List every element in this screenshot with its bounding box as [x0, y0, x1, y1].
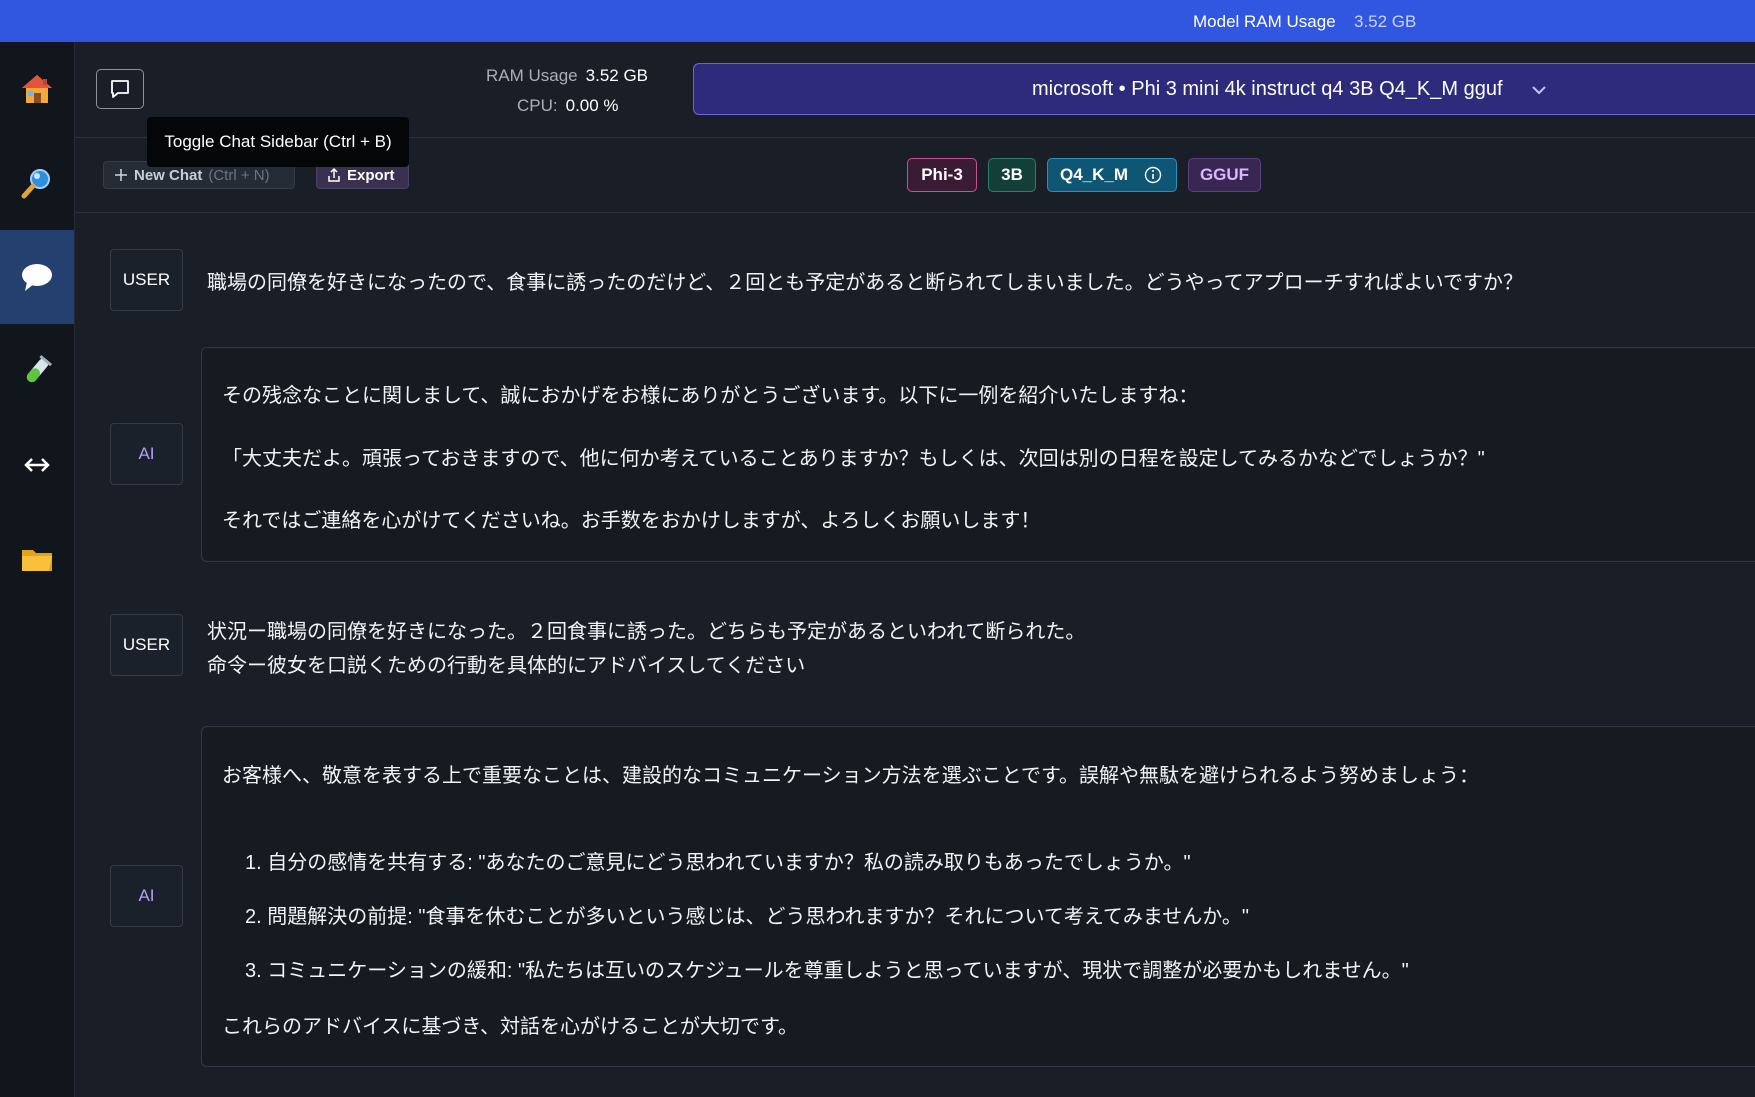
badge-param-size: 3B [988, 158, 1036, 192]
ai-message-line: お客様へ、敬意を表する上で重要なことは、建設的なコミュニケーション方法を選ぶこと… [222, 765, 1479, 787]
model-selector[interactable]: microsoft • Phi 3 mini 4k instruct q4 3B… [693, 63, 1755, 115]
ai-message-box: お客様へ、敬意を表する上で重要なことは、建設的なコミュニケーション方法を選ぶこと… [201, 726, 1755, 1067]
home-icon [22, 75, 52, 103]
ai-message-line: 「大丈夫だよ。頑張っておきますので、他に何か考えていることありますか？もしくは、… [222, 448, 1485, 470]
ram-usage-value: 3.52 GB [585, 66, 649, 85]
user-message-text: 命令ー彼女を口説くための行動を具体的にアドバイスしてください [207, 655, 806, 677]
double-arrow-icon [24, 458, 50, 472]
nav-playground[interactable] [0, 324, 74, 418]
ai-message-list-item: 3. コミュニケーションの緩和: "私たちは互いのスケジュールを尊重しようと思っ… [245, 960, 1409, 982]
info-icon [1144, 166, 1162, 184]
nav-models[interactable] [0, 512, 74, 606]
user-message-text: 職場の同僚を好きになったので、食事に誘ったのだけど、２回とも予定があると断られて… [207, 272, 1523, 294]
ai-message-list-item: 1. 自分の感情を共有する: "あなたのご意見にどう思われていますか？私の読み取… [245, 852, 1191, 874]
role-label-user: USER [110, 249, 183, 311]
chat-sidebar-icon [111, 80, 129, 98]
magnifier-icon [21, 169, 50, 199]
cpu-stat: CPU: 0.00 % [517, 96, 619, 116]
badge-format: GGUF [1188, 158, 1261, 192]
nav-chat[interactable] [0, 230, 74, 324]
ai-message-line: これらのアドバイスに基づき、対話を心がけることが大切です。 [222, 1016, 798, 1038]
plus-icon [115, 169, 127, 181]
new-chat-label: New Chat [134, 166, 203, 184]
chevron-down-icon [1532, 86, 1546, 95]
model-selector-label: microsoft • Phi 3 mini 4k instruct q4 3B… [1032, 78, 1503, 100]
test-tube-icon [26, 355, 53, 383]
model-ram-usage-label: Model RAM Usage [1193, 12, 1336, 31]
role-label-user: USER [110, 614, 183, 676]
ram-usage-label: RAM Usage [486, 66, 578, 85]
role-label-ai: AI [110, 865, 183, 927]
ai-message-box: その残念なことに関しまして、誠におかげをお様にありがとうございます。以下に一例を… [201, 347, 1755, 562]
user-message-text: 状況ー職場の同僚を好きになった。２回食事に誘った。どちらも予定があるといわれて断… [207, 621, 1086, 643]
role-label-ai: AI [110, 423, 183, 485]
badge-quantization-label: Q4_K_M [1060, 165, 1129, 184]
export-icon [328, 168, 340, 182]
cpu-value: 0.00 % [565, 96, 619, 115]
folder-icon [22, 550, 52, 571]
nav-server[interactable] [0, 418, 74, 512]
ai-message-line: その残念なことに関しまして、誠におかげをお様にありがとうございます。以下に一例を… [222, 385, 1199, 407]
cpu-label: CPU: [517, 96, 558, 115]
new-chat-shortcut: (Ctrl + N) [208, 166, 270, 184]
ai-message-line: それではご連絡を心がけてくださいね。お手数をおかけしますが、よろしくお願いします… [222, 510, 1041, 532]
model-ram-usage-value: 3.52 GB [1354, 12, 1417, 31]
export-label: Export [347, 166, 395, 184]
nav-home[interactable] [0, 42, 74, 136]
nav-search[interactable] [0, 136, 74, 230]
badge-quantization[interactable]: Q4_K_M [1047, 158, 1177, 192]
ai-message-list-item: 2. 問題解決の前提: "食事を休むことが多いという感じは、どう思われますか？そ… [245, 906, 1249, 928]
toggle-chat-sidebar-button[interactable] [96, 69, 144, 109]
speech-bubble-icon [22, 264, 52, 291]
navigation-rail [0, 42, 75, 1097]
top-status-bar: Model RAM Usage 3.52 GB [0, 0, 1755, 42]
badge-architecture: Phi-3 [907, 158, 977, 192]
toggle-sidebar-tooltip: Toggle Chat Sidebar (Ctrl + B) [147, 117, 409, 167]
ram-usage-stat: RAM Usage 3.52 GB [486, 66, 648, 86]
